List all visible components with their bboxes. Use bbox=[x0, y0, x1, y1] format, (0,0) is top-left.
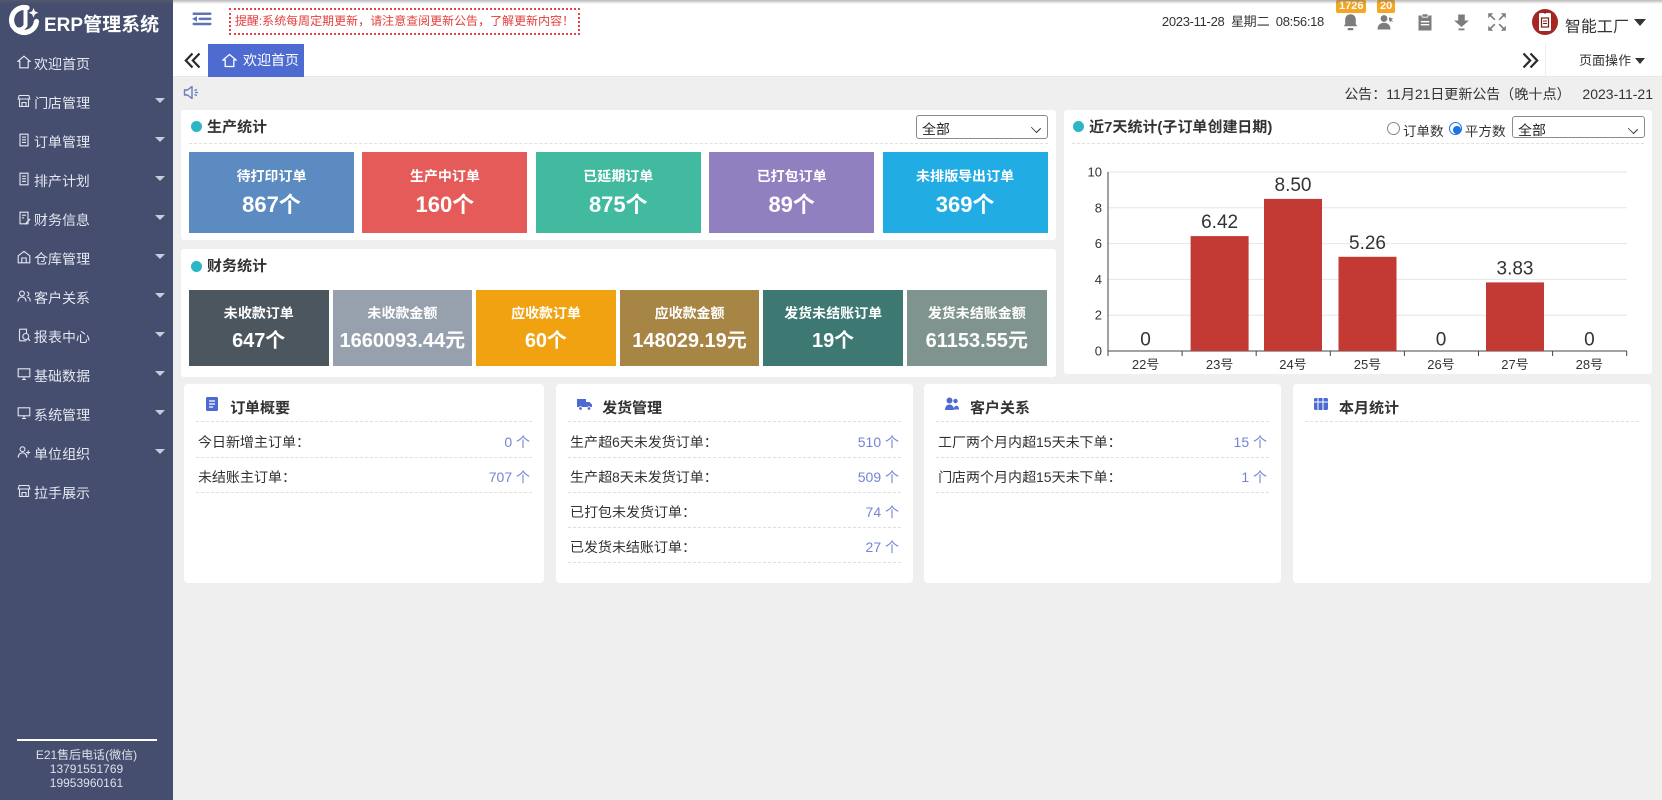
svg-text:0: 0 bbox=[1095, 344, 1102, 359]
svg-text:0: 0 bbox=[1584, 330, 1595, 351]
svg-text:28号: 28号 bbox=[1576, 357, 1603, 372]
svg-text:0: 0 bbox=[1436, 330, 1447, 351]
svg-text:23号: 23号 bbox=[1206, 357, 1233, 372]
svg-text:25号: 25号 bbox=[1354, 357, 1381, 372]
svg-text:8: 8 bbox=[1095, 200, 1102, 215]
svg-text:22号: 22号 bbox=[1132, 357, 1159, 372]
svg-text:0: 0 bbox=[1140, 330, 1151, 351]
svg-text:4: 4 bbox=[1095, 272, 1102, 287]
svg-text:27号: 27号 bbox=[1501, 357, 1528, 372]
svg-text:2: 2 bbox=[1095, 308, 1102, 323]
svg-text:6.42: 6.42 bbox=[1201, 212, 1238, 233]
svg-text:6: 6 bbox=[1095, 236, 1102, 251]
svg-text:8.50: 8.50 bbox=[1275, 175, 1312, 196]
svg-text:26号: 26号 bbox=[1427, 357, 1454, 372]
svg-text:24号: 24号 bbox=[1279, 357, 1306, 372]
svg-text:3.83: 3.83 bbox=[1497, 259, 1534, 280]
svg-text:5.26: 5.26 bbox=[1349, 233, 1386, 254]
svg-text:10: 10 bbox=[1088, 165, 1102, 180]
